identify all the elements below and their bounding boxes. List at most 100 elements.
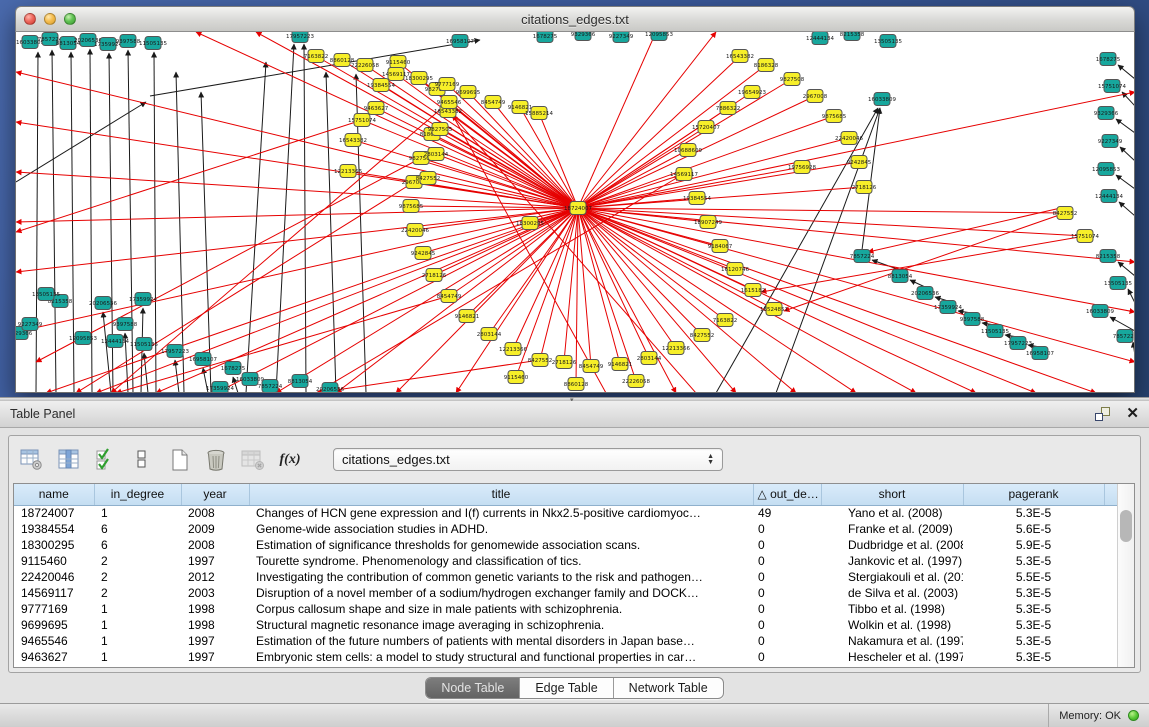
column-header-title[interactable]: title xyxy=(249,484,753,505)
cell-out[interactable]: 0 xyxy=(753,649,821,665)
cell-year[interactable]: 1997 xyxy=(181,649,249,665)
network-node[interactable]: 8427552 xyxy=(690,329,715,342)
cell-name[interactable]: 9465546 xyxy=(14,633,94,649)
network-node[interactable]: 9115460 xyxy=(504,371,529,384)
cell-title[interactable]: Corpus callosum shape and size in male p… xyxy=(249,601,753,617)
cell-title[interactable]: Genome-wide association studies in ADHD. xyxy=(249,521,753,537)
network-node[interactable]: 19384554 xyxy=(683,192,711,205)
cell-name[interactable]: 9115460 xyxy=(14,553,94,569)
cell-pr[interactable]: 5.3E-5 xyxy=(963,601,1104,617)
network-node[interactable]: 9329366 xyxy=(571,32,596,41)
network-node[interactable]: 11505135 xyxy=(139,37,167,50)
network-node[interactable]: 16543382 xyxy=(726,50,754,63)
network-node[interactable]: 17359924 xyxy=(934,301,962,314)
tab-edge-table[interactable]: Edge Table xyxy=(520,678,613,698)
network-node[interactable]: 9242845 xyxy=(411,247,436,260)
cell-short[interactable]: Wolkin et al. (1998) xyxy=(821,617,963,633)
table-row[interactable]: 2242004622012Investigating the contribut… xyxy=(14,569,1117,585)
network-node[interactable]: 22226058 xyxy=(622,375,650,388)
cell-title[interactable]: Structural magnetic resonance image aver… xyxy=(249,617,753,633)
cell-short[interactable]: Nakamura et al. (1997) xyxy=(821,633,963,649)
network-node[interactable]: 17957223 xyxy=(286,32,314,43)
network-node[interactable]: 9227349 xyxy=(1098,135,1123,148)
cell-out[interactable]: 0 xyxy=(753,585,821,601)
cell-name[interactable]: 14569117 xyxy=(14,585,94,601)
table-row[interactable]: 911546021997Tourette syndrome. Phenomeno… xyxy=(14,553,1117,569)
network-node[interactable]: 10688609 xyxy=(674,144,702,157)
network-node[interactable]: 16033809 xyxy=(1086,305,1114,318)
network-node[interactable]: 9875685 xyxy=(822,110,847,123)
cell-short[interactable]: Hescheler et al. (1997) xyxy=(821,649,963,665)
function-builder-icon[interactable]: f(x) xyxy=(278,448,302,472)
cell-pr[interactable]: 5.9E-5 xyxy=(963,537,1104,553)
table-row[interactable]: 946362711997Embryonic stem cells: a mode… xyxy=(14,649,1117,665)
cell-pr[interactable]: 5.5E-5 xyxy=(963,569,1104,585)
table-row[interactable]: 1872400712008Changes of HCN gene express… xyxy=(14,505,1117,521)
cell-out[interactable]: 0 xyxy=(753,553,821,569)
vertical-scrollbar[interactable] xyxy=(1117,484,1134,667)
close-panel-icon[interactable]: ✕ xyxy=(1126,407,1139,421)
network-view-window[interactable]: citations_edges.txt 98275051654338281863… xyxy=(15,6,1135,393)
delete-table-icon[interactable] xyxy=(241,448,265,472)
cell-pr[interactable]: 5.3E-5 xyxy=(963,505,1104,521)
network-node[interactable]: 8454749 xyxy=(481,96,506,109)
network-node[interactable]: 9227349 xyxy=(609,32,634,43)
select-columns-icon[interactable] xyxy=(93,448,117,472)
network-node[interactable]: 20206536 xyxy=(316,383,344,394)
cell-name[interactable]: 19384554 xyxy=(14,521,94,537)
network-node[interactable]: 1678275 xyxy=(533,32,558,43)
cell-title[interactable]: Embryonic stem cells: a model to study s… xyxy=(249,649,753,665)
cell-year[interactable]: 1997 xyxy=(181,553,249,569)
network-node[interactable]: 22226058 xyxy=(351,59,379,72)
network-node[interactable]: 8454749 xyxy=(437,290,462,303)
cell-short[interactable]: Tibbo et al. (1998) xyxy=(821,601,963,617)
network-node[interactable]: 15720407 xyxy=(692,121,720,134)
cell-name[interactable]: 9699695 xyxy=(14,617,94,633)
cell-short[interactable]: Franke et al. (2009) xyxy=(821,521,963,537)
show-columns-icon[interactable] xyxy=(56,448,80,472)
column-header-in-degree[interactable]: in_degree xyxy=(94,484,181,505)
cell-pr[interactable]: 5.3E-5 xyxy=(963,633,1104,649)
column-header-name[interactable]: name xyxy=(14,484,94,505)
network-node[interactable]: 15751074 xyxy=(1098,80,1126,93)
network-node[interactable]: 2803144 xyxy=(637,352,662,365)
network-node[interactable]: 12095853 xyxy=(1092,163,1120,176)
cell-in[interactable]: 1 xyxy=(94,649,181,665)
table-row[interactable]: 1830029562008Estimation of significance … xyxy=(14,537,1117,553)
float-panel-icon[interactable] xyxy=(1095,407,1110,421)
cell-name[interactable]: 22420046 xyxy=(14,569,94,585)
network-node[interactable]: 17957223 xyxy=(1004,337,1032,350)
cell-out[interactable]: 49 xyxy=(753,505,821,521)
cell-year[interactable]: 2012 xyxy=(181,569,249,585)
network-node[interactable]: 9115460 xyxy=(386,56,411,69)
cell-title[interactable]: Changes of HCN gene expression and I(f) … xyxy=(249,505,753,521)
cell-short[interactable]: Jankovic et al. (1997) xyxy=(821,553,963,569)
cell-title[interactable]: Tourette syndrome. Phenomenology and cla… xyxy=(249,553,753,569)
network-node[interactable]: 9184067 xyxy=(708,240,733,253)
cell-name[interactable]: 9777169 xyxy=(14,601,94,617)
network-node[interactable]: 7163822 xyxy=(713,314,738,327)
cell-out[interactable]: 0 xyxy=(753,537,821,553)
cell-short[interactable]: Dudbridge et al. (2008) xyxy=(821,537,963,553)
network-node[interactable]: 13505135 xyxy=(1104,277,1132,290)
network-node[interactable]: 9329366 xyxy=(1094,107,1119,120)
cell-in[interactable]: 1 xyxy=(94,505,181,521)
cell-year[interactable]: 2008 xyxy=(181,537,249,553)
network-node[interactable]: 8813054 xyxy=(888,270,913,283)
network-node[interactable]: 14569117 xyxy=(670,168,698,181)
cell-in[interactable]: 1 xyxy=(94,601,181,617)
cell-year[interactable]: 1998 xyxy=(181,601,249,617)
network-node[interactable]: 8215358 xyxy=(840,32,865,41)
cell-in[interactable]: 2 xyxy=(94,569,181,585)
network-node[interactable]: 2718126 xyxy=(852,181,877,194)
cell-year[interactable]: 1997 xyxy=(181,633,249,649)
network-node[interactable]: 12213366 xyxy=(334,165,362,178)
cell-year[interactable]: 2009 xyxy=(181,521,249,537)
table-selector-dropdown[interactable]: citations_edges.txt ▲▼ xyxy=(333,448,723,471)
network-node[interactable]: 8427552 xyxy=(528,354,553,367)
network-node[interactable]: 15751074 xyxy=(1071,230,1099,243)
cell-year[interactable]: 2008 xyxy=(181,505,249,521)
cell-out[interactable]: 0 xyxy=(753,569,821,585)
table-row[interactable]: 969969511998Structural magnetic resonanc… xyxy=(14,617,1117,633)
window-titlebar[interactable]: citations_edges.txt xyxy=(15,6,1135,32)
